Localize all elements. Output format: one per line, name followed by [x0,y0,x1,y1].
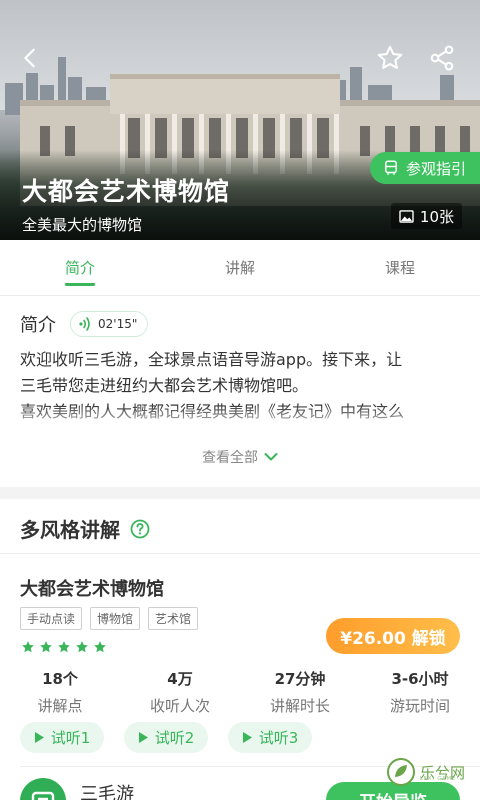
intro-header: 简介 02'15" [20,311,149,337]
stat-item: 3-6小时 游玩时间 [360,668,480,716]
stat-item: 27分钟 讲解时长 [240,668,360,716]
intro-title: 简介 [20,315,56,336]
star-filled-icon [22,641,34,653]
unlock-price-button[interactable]: ¥26.00 解锁 [326,618,460,654]
play-icon [242,732,252,743]
intro-section: 简介 02'15" 欢迎收听三毛游，全球景点语音导游app。接下来，让 三毛带您… [0,297,480,487]
help-icon[interactable] [130,519,150,539]
tag: 艺术馆 [148,607,199,630]
image-icon [399,209,414,223]
back-arrow-icon [24,48,35,68]
favorite-button[interactable] [372,40,408,76]
guide-card-title: 大都会艺术博物馆 [20,579,164,600]
audio-wave-icon [79,317,90,331]
stat-item: 18个 讲解点 [0,668,120,716]
stat-value: 3-6小时 [391,670,449,688]
stat-label: 游玩时间 [389,697,450,715]
chevron-down-icon [264,453,278,461]
tab-bar: 简介 讲解 课程 [0,240,480,296]
guide-logo-icon [31,791,55,800]
trial-buttons: 试听1 试听2 试听3 [20,722,312,753]
divider [0,553,480,554]
watermark-logo: 乐兮网 LEXI GAME [386,752,476,792]
star-filled-icon [94,641,106,653]
styles-section-header: 多风格讲解 [20,514,150,543]
tab-courses[interactable]: 课程 [320,240,480,295]
trial-label: 试听3 [258,729,299,747]
guide-tags: 手动点读 博物馆 艺术馆 [20,607,199,630]
stat-label: 讲解点 [37,697,83,715]
trial-button-2[interactable]: 试听2 [124,722,208,753]
intro-text-line: 三毛带您走进纽约大都会艺术博物馆吧。 [20,376,309,395]
view-all-label: 查看全部 [202,450,258,466]
intro-duration: 02'15" [98,317,138,331]
intro-audio-button[interactable]: 02'15" [70,311,149,337]
photo-count-badge[interactable]: 10张 [390,203,462,229]
tag: 博物馆 [90,607,141,630]
narrator-name: 三毛游 [80,784,134,800]
visit-guide-label: 参观指引 [405,159,466,178]
photo-count-label: 10张 [419,207,454,226]
styles-section-title: 多风格讲解 [20,518,120,542]
view-all-button[interactable]: 查看全部 [0,447,480,467]
guide-stats: 18个 讲解点 4万 收听人次 27分钟 讲解时长 3-6小时 游玩时间 [0,668,480,716]
section-separator [0,487,480,499]
page-subtitle: 全美最大的博物馆 [22,216,143,234]
play-icon [34,732,44,743]
tag: 手动点读 [20,607,83,630]
trial-button-3[interactable]: 试听3 [228,722,312,753]
page-title: 大都会艺术博物馆 [22,177,231,206]
leaf-logo-icon [387,758,415,786]
star-filled-icon [58,641,70,653]
trial-label: 试听1 [50,729,91,747]
trial-button-1[interactable]: 试听1 [20,722,104,753]
share-button[interactable] [424,40,460,76]
star-icon [377,45,403,69]
tab-intro[interactable]: 简介 [0,240,160,295]
star-filled-icon [76,641,88,653]
app-logo-icon [20,778,66,800]
back-button[interactable] [12,40,48,76]
trial-label: 试听2 [154,729,195,747]
stat-value: 18个 [42,670,78,688]
tab-narration[interactable]: 讲解 [160,240,320,295]
stat-value: 4万 [167,670,193,688]
share-icon [430,45,454,71]
visit-guide-button[interactable]: 参观指引 [369,152,480,184]
stat-label: 收听人次 [149,697,210,715]
hero-banner: 参观指引 大都会艺术博物馆 全美最大的博物馆 10张 [0,0,480,240]
play-icon [138,732,148,743]
watermark-subtext: LEXI GAME [420,776,457,782]
bus-icon [384,160,397,175]
stat-value: 27分钟 [274,670,326,688]
intro-text-line: 欢迎收听三毛游，全球景点语音导游app。接下来，让 [20,350,403,369]
star-filled-icon [40,641,52,653]
intro-fade-overlay [0,405,480,435]
stat-label: 讲解时长 [269,697,330,715]
stat-item: 4万 收听人次 [120,668,240,716]
rating-stars [21,640,107,654]
